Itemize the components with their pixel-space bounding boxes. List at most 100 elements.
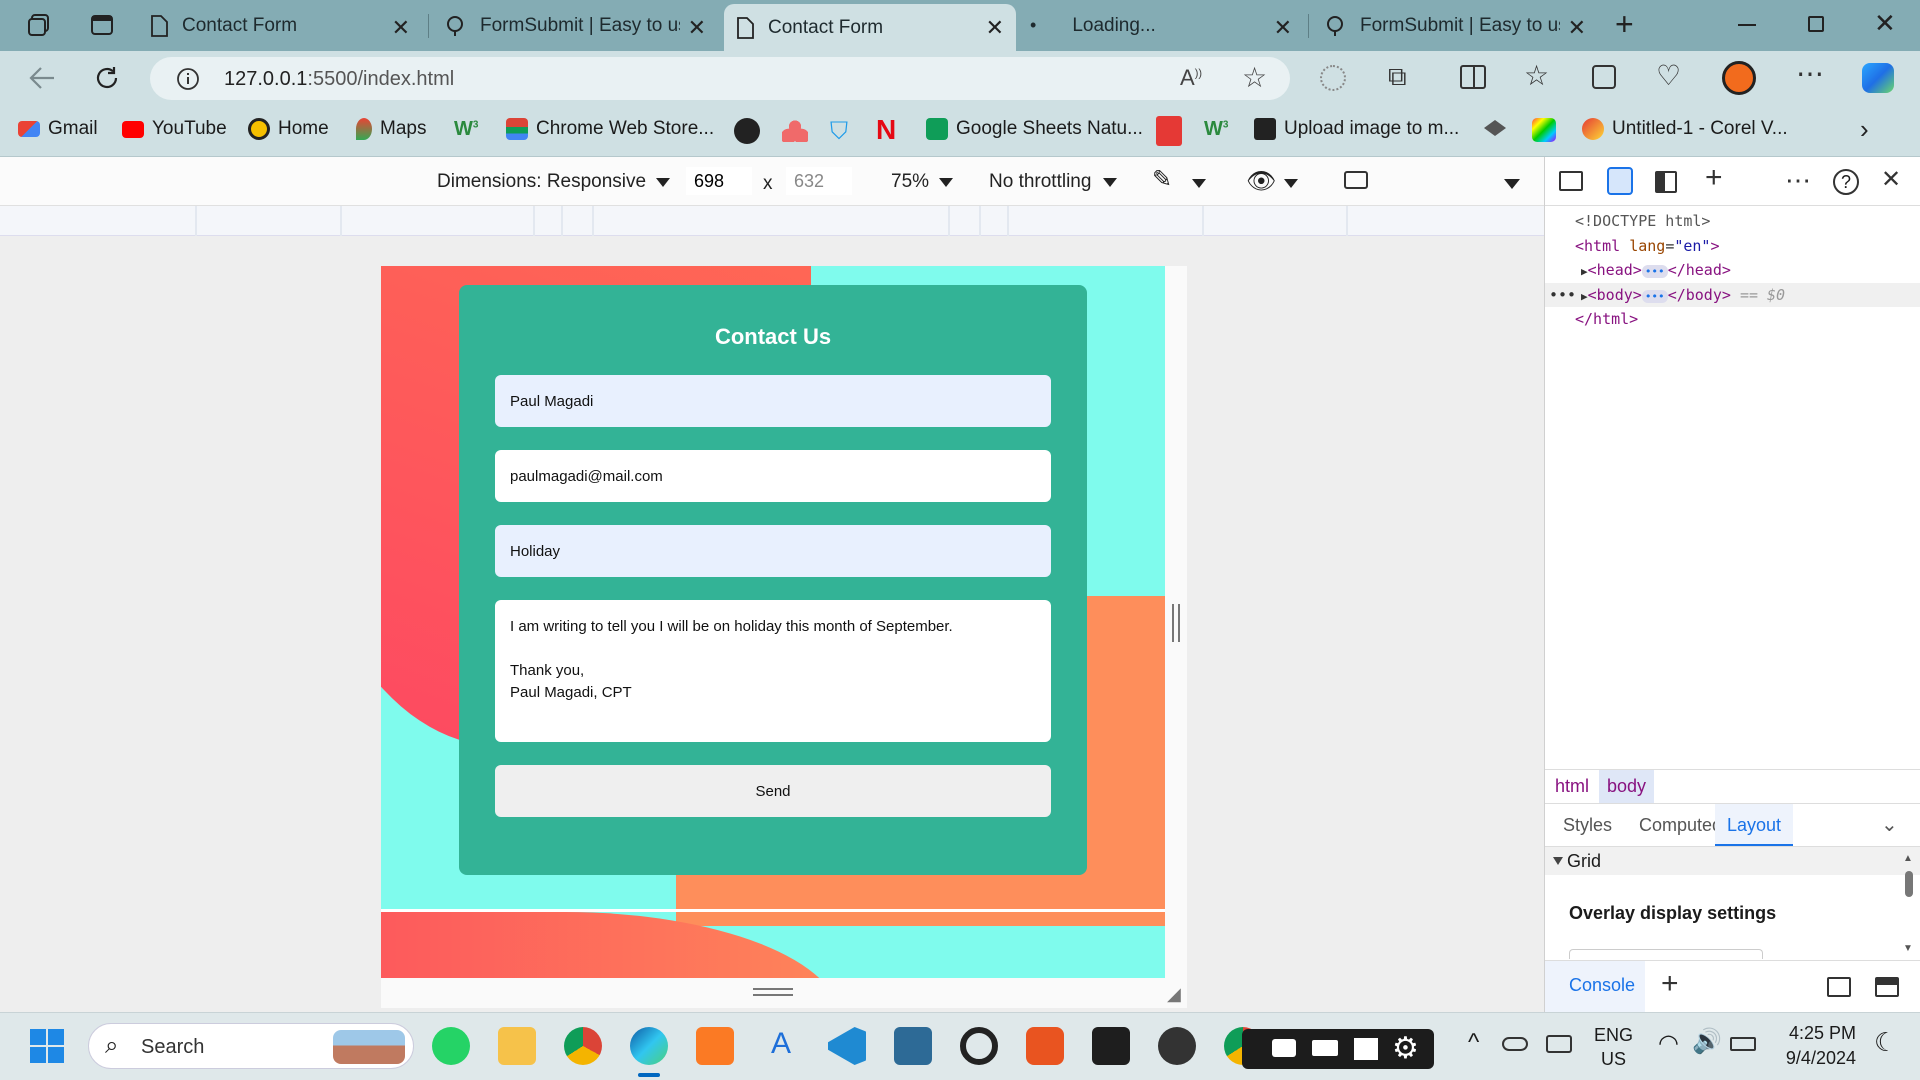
pdf-icon[interactable] <box>1156 116 1182 146</box>
bookmark-icon-1[interactable] <box>734 118 760 144</box>
caret-down-icon[interactable] <box>1284 179 1298 188</box>
close-icon[interactable]: ✕ <box>986 15 1004 41</box>
settings-gear-icon[interactable]: ⚙ <box>1392 1031 1419 1066</box>
vscode-icon[interactable] <box>828 1027 866 1065</box>
device-emulation-icon[interactable] <box>1607 167 1633 195</box>
viewport-resize-handle-bottom[interactable]: ◢ <box>381 978 1187 1008</box>
name-input[interactable]: Paul Magadi <box>495 375 1051 427</box>
grid-section-header[interactable]: Grid <box>1545 847 1920 875</box>
url-field[interactable]: 127.0.0.1:5500/index.html A)) ☆ <box>150 57 1290 100</box>
clock[interactable]: 4:25 PM 9/4/2024 <box>1782 1021 1856 1071</box>
new-tab-icon[interactable]: + <box>1615 6 1634 43</box>
dock-side-icon[interactable] <box>1655 171 1677 193</box>
bookmark-icon-2[interactable] <box>782 120 808 142</box>
corner-resize-icon[interactable]: ◢ <box>1167 984 1181 1005</box>
bookmark-youtube[interactable]: YouTube <box>122 118 227 140</box>
dimensions-dropdown[interactable]: Dimensions: Responsive <box>437 171 671 193</box>
profile-avatar[interactable] <box>1722 61 1756 95</box>
window-capture-icon[interactable] <box>1354 1038 1378 1060</box>
tab-contact-form-active[interactable]: Contact Form ✕ <box>724 4 1016 51</box>
minimize-icon[interactable] <box>1738 24 1756 26</box>
scroll-down-icon[interactable]: ▼ <box>1903 943 1913 954</box>
tab-loading[interactable]: • Loading... ✕ <box>1018 4 1304 47</box>
dom-body-node[interactable]: ••• ▶<body> ••• </body> == $0 <box>1545 282 1920 307</box>
close-window-icon[interactable]: ✕ <box>1874 8 1896 39</box>
tab-console[interactable]: Console <box>1545 961 1646 1013</box>
subject-input[interactable]: Holiday <box>495 525 1051 577</box>
mysql-workbench-icon[interactable] <box>894 1027 932 1065</box>
chevron-down-icon[interactable]: ⌄ <box>1881 812 1898 837</box>
video-icon[interactable] <box>1312 1040 1338 1056</box>
overlay-settings-select[interactable] <box>1569 949 1763 959</box>
help-icon[interactable]: ? <box>1833 169 1859 195</box>
chevron-right-icon[interactable]: › <box>1860 114 1869 145</box>
vision-deficiency-icon[interactable]: 👁 <box>1246 167 1276 196</box>
netflix-icon[interactable]: N <box>876 114 896 146</box>
styles-scrollbar[interactable]: ▲ ▼ <box>1903 853 1915 957</box>
chrome-icon[interactable] <box>564 1027 602 1065</box>
close-drawer-icon[interactable] <box>1875 977 1899 997</box>
bookmark-icon-4[interactable] <box>1484 120 1506 136</box>
bookmark-icon-3[interactable]: ⛉ <box>830 118 848 146</box>
ellipsis-icon[interactable]: ••• <box>1641 265 1668 278</box>
tab-styles[interactable]: Styles <box>1563 815 1612 836</box>
ubuntu-icon[interactable] <box>1026 1027 1064 1065</box>
send-button[interactable]: Send <box>495 765 1051 817</box>
back-icon[interactable] <box>28 65 56 91</box>
throttling-dropdown[interactable]: No throttling <box>989 171 1118 193</box>
copilot-icon[interactable] <box>1862 63 1894 93</box>
bookmark-chrome-web-store[interactable]: Chrome Web Store... <box>506 118 714 140</box>
add-panel-icon[interactable]: + <box>1705 161 1723 195</box>
favorites-icon[interactable]: ☆ <box>1524 59 1549 92</box>
restore-icon[interactable] <box>1808 16 1824 32</box>
language-indicator[interactable]: ENG US <box>1594 1023 1633 1071</box>
zoom-dropdown[interactable]: 75% <box>891 171 954 193</box>
height-input[interactable] <box>786 167 852 195</box>
tab-formsubmit-1[interactable]: FormSubmit | Easy to use ✕ <box>432 4 718 47</box>
ellipsis-icon[interactable]: ••• <box>1641 289 1668 303</box>
breadcrumb-body[interactable]: body <box>1599 770 1655 803</box>
scroll-thumb[interactable] <box>1905 871 1913 897</box>
show-hidden-icons[interactable]: ^ <box>1468 1029 1479 1057</box>
close-icon[interactable]: ✕ <box>392 15 410 41</box>
terminal-icon[interactable] <box>1092 1027 1130 1065</box>
dom-gutter-dots-icon[interactable]: ••• <box>1549 283 1576 307</box>
close-devtools-icon[interactable]: ✕ <box>1881 165 1901 194</box>
breadcrumb-html[interactable]: html <box>1555 776 1589 797</box>
media-player-icon[interactable] <box>1158 1027 1196 1065</box>
workspaces-icon[interactable] <box>26 12 52 38</box>
whatsapp-icon[interactable] <box>432 1027 470 1065</box>
site-info-icon[interactable] <box>176 67 200 91</box>
width-input[interactable] <box>686 167 752 195</box>
app-store-icon[interactable]: A <box>762 1027 800 1065</box>
favorite-star-icon[interactable]: ☆ <box>1242 61 1267 94</box>
split-screen-icon[interactable] <box>1460 65 1486 89</box>
dom-head-node[interactable]: ▶<head> ••• </head> <box>1545 258 1920 283</box>
w3-icon[interactable]: W3 <box>1204 118 1228 141</box>
caret-down-icon[interactable] <box>1192 179 1206 188</box>
bookmark-home[interactable]: Home <box>248 118 329 140</box>
tab-formsubmit-2[interactable]: FormSubmit | Easy to use ✕ <box>1312 4 1594 47</box>
keyboard-icon[interactable] <box>1546 1035 1572 1053</box>
notifications-moon-icon[interactable]: ☾ <box>1874 1027 1897 1058</box>
w3schools-icon[interactable]: W3 <box>454 118 478 141</box>
bookmark-upload-image[interactable]: Upload image to m... <box>1254 118 1459 140</box>
inspect-element-icon[interactable] <box>1559 171 1583 191</box>
windows-start-icon[interactable] <box>30 1029 64 1063</box>
tab-layout[interactable]: Layout <box>1715 804 1794 846</box>
add-drawer-tab-icon[interactable]: + <box>1661 967 1679 1001</box>
refresh-icon[interactable] <box>94 65 120 91</box>
bookmark-icon-5[interactable] <box>1532 118 1556 142</box>
inkscape-icon[interactable] <box>960 1027 998 1065</box>
browser-essentials-icon[interactable]: ♡ <box>1656 59 1681 92</box>
bookmark-gmail[interactable]: Gmail <box>18 118 98 140</box>
more-device-options-icon[interactable] <box>1504 179 1520 189</box>
dom-html-close[interactable]: </html> <box>1545 307 1920 332</box>
read-aloud-icon[interactable]: A)) <box>1180 65 1202 91</box>
taskbar-search[interactable]: ⌕ Search <box>88 1023 414 1069</box>
dom-doctype[interactable]: <!DOCTYPE html> <box>1545 209 1920 234</box>
close-icon[interactable]: ✕ <box>688 15 706 41</box>
onedrive-icon[interactable] <box>1502 1037 1528 1051</box>
dom-html-open[interactable]: <html lang="en"> <box>1545 234 1920 259</box>
bookmark-corel[interactable]: Untitled-1 - Corel V... <box>1582 118 1788 140</box>
